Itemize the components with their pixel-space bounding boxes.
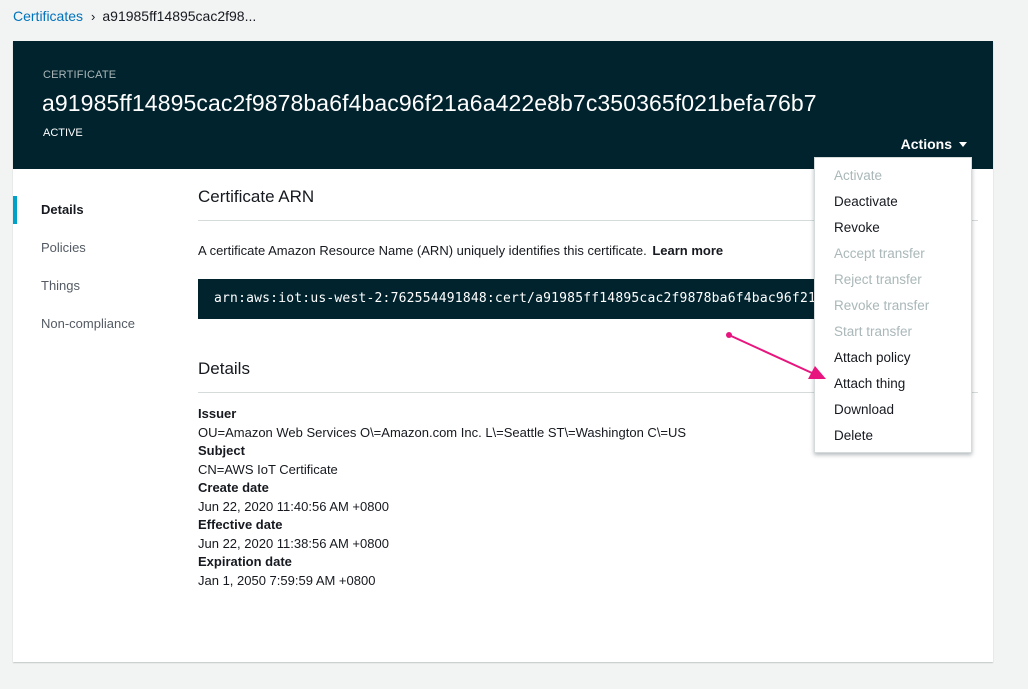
- arn-description-text: A certificate Amazon Resource Name (ARN)…: [198, 243, 647, 258]
- chevron-right-icon: ›: [91, 8, 96, 24]
- actions-dropdown-menu: Activate Deactivate Revoke Accept transf…: [814, 157, 972, 453]
- side-navigation: Details Policies Things Non-compliance: [13, 191, 173, 343]
- certificate-header: CERTIFICATE a91985ff14895cac2f9878ba6f4b…: [13, 41, 993, 169]
- breadcrumb-certificates-link[interactable]: Certificates: [13, 8, 83, 24]
- effective-date-value: Jun 22, 2020 11:38:56 AM +0800: [198, 535, 389, 551]
- sidenav-item-non-compliance[interactable]: Non-compliance: [13, 305, 173, 343]
- sidenav-item-things[interactable]: Things: [13, 267, 173, 305]
- expiration-date-value: Jan 1, 2050 7:59:59 AM +0800: [198, 572, 376, 588]
- create-date-label: Create date: [198, 480, 269, 495]
- menu-item-start-transfer: Start transfer: [834, 324, 913, 339]
- actions-button[interactable]: Actions: [901, 136, 967, 152]
- menu-item-revoke[interactable]: Revoke: [815, 215, 971, 241]
- caret-down-icon: [959, 141, 967, 147]
- menu-item-attach-thing[interactable]: Attach thing: [815, 371, 971, 397]
- menu-item-download[interactable]: Download: [815, 397, 971, 423]
- effective-date-label: Effective date: [198, 517, 283, 532]
- menu-item-revoke-transfer: Revoke transfer: [834, 298, 930, 313]
- page-title: a91985ff14895cac2f9878ba6f4bac96f21a6a42…: [42, 90, 817, 116]
- sidenav-item-policies[interactable]: Policies: [13, 229, 173, 267]
- menu-item-deactivate[interactable]: Deactivate: [815, 189, 971, 215]
- subject-value: CN=AWS IoT Certificate: [198, 461, 338, 477]
- header-kicker: CERTIFICATE: [43, 69, 117, 81]
- menu-item-reject-transfer: Reject transfer: [834, 272, 922, 287]
- menu-item-activate: Activate: [834, 168, 883, 183]
- status-badge: ACTIVE: [43, 127, 83, 139]
- menu-item-accept-transfer: Accept transfer: [834, 246, 925, 261]
- expiration-date-label: Expiration date: [198, 554, 292, 569]
- menu-item-delete[interactable]: Delete: [815, 423, 971, 449]
- actions-label: Actions: [900, 136, 952, 152]
- learn-more-link[interactable]: Learn more: [652, 243, 723, 258]
- sidenav-item-details[interactable]: Details: [13, 191, 173, 229]
- breadcrumb-current: a91985ff14895cac2f98...: [102, 8, 257, 24]
- create-date-value: Jun 22, 2020 11:40:56 AM +0800: [198, 498, 389, 514]
- breadcrumb: Certificates › a91985ff14895cac2f98...: [13, 8, 256, 24]
- menu-item-attach-policy[interactable]: Attach policy: [815, 345, 971, 371]
